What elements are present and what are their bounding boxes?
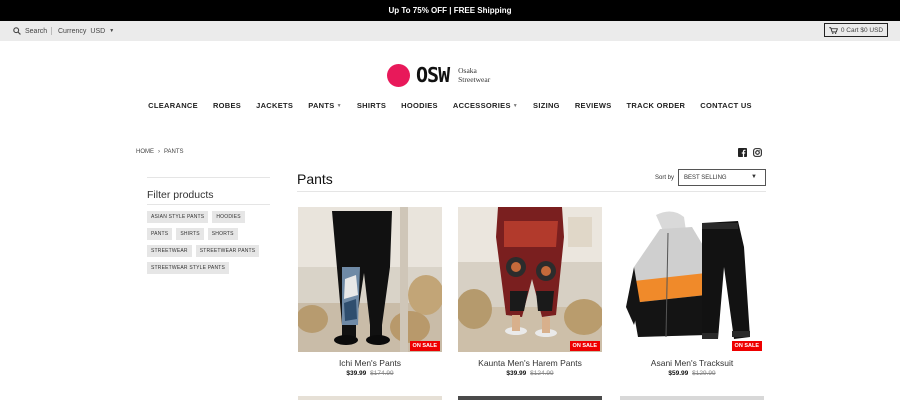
- product-card[interactable]: ON SALE Asani Men's Tracksuit $59.99 $12…: [620, 207, 764, 377]
- filter-tag[interactable]: SHIRTS: [176, 228, 204, 240]
- product-prices: $39.99 $174.99: [298, 370, 442, 377]
- filter-tag[interactable]: SHORTS: [207, 228, 238, 240]
- product-image[interactable]: ON SALE: [620, 207, 764, 352]
- instagram-icon[interactable]: [753, 148, 762, 157]
- nav-item-jackets[interactable]: JACKETS: [256, 101, 293, 113]
- nav-item-hoodies[interactable]: HOODIES: [401, 101, 438, 113]
- product-price: $39.99: [346, 370, 367, 377]
- product-name[interactable]: Asani Men's Tracksuit: [620, 358, 764, 368]
- breadcrumb-separator: ›: [158, 149, 160, 155]
- product-compare-price: $129.99: [692, 370, 716, 377]
- product-image[interactable]: ON SALE: [298, 207, 442, 352]
- filter-divider-top: [147, 177, 270, 178]
- breadcrumb-current: PANTS: [164, 149, 184, 155]
- nav-item-sizing[interactable]: SIZING: [533, 101, 560, 113]
- sale-badge: ON SALE: [569, 341, 600, 351]
- utility-bar: Search Currency USD ▼ 0 Cart $0 USD: [0, 21, 900, 41]
- nav-item-reviews[interactable]: REVIEWS: [575, 101, 612, 113]
- sale-badge: ON SALE: [409, 341, 440, 351]
- nav-item-shirts[interactable]: SHIRTS: [357, 101, 386, 113]
- search-label: Search: [25, 27, 48, 35]
- logo-mark: OSW: [416, 63, 450, 87]
- nav-item-track-order[interactable]: TRACK ORDER: [627, 101, 686, 113]
- product-card[interactable]: ON SALE Ichi Men's Pants $39.99 $174.99: [298, 207, 442, 377]
- filter-tag[interactable]: HOODIES: [212, 211, 245, 223]
- cart-icon: [829, 26, 838, 34]
- currency-value: USD: [90, 27, 106, 35]
- logo-text: Osaka Streetwear: [458, 66, 490, 84]
- breadcrumb-home[interactable]: HOME: [136, 149, 154, 155]
- product-photo-asani: [620, 207, 764, 352]
- nav-item-contact-us[interactable]: CONTACT US: [700, 101, 752, 113]
- announcement-bar: Up To 75% OFF | FREE Shipping: [0, 0, 900, 21]
- filter-tag[interactable]: ASIAN STYLE PANTS: [147, 211, 209, 223]
- logo-name-line1: Osaka: [458, 66, 477, 75]
- filter-tag[interactable]: STREETWEAR PANTS: [195, 245, 260, 257]
- nav-item-pants: PANTS: [308, 101, 335, 110]
- filter-tag[interactable]: STREETWEAR: [147, 245, 192, 257]
- product-image-next-row[interactable]: [298, 396, 442, 400]
- facebook-icon[interactable]: [738, 148, 747, 157]
- collection-title: Pants: [297, 171, 333, 187]
- cart-button[interactable]: 0 Cart $0 USD: [824, 23, 888, 37]
- cart-label: 0 Cart $0 USD: [840, 26, 884, 34]
- search-link[interactable]: Search: [13, 21, 47, 41]
- product-price: $59.99: [668, 370, 689, 377]
- announcement-text: Up To 75% OFF | FREE Shipping: [388, 6, 512, 15]
- chevron-down-icon: ▼: [512, 103, 519, 110]
- logo-circle: [387, 63, 410, 87]
- product-prices: $39.99 $124.99: [458, 370, 602, 377]
- title-divider: [297, 191, 766, 192]
- main-nav: CLEARANCE ROBES JACKETS PANTS ▼ SHIRTS HO…: [0, 101, 900, 113]
- product-price: $39.99: [506, 370, 527, 377]
- sale-badge: ON SALE: [731, 341, 762, 351]
- product-compare-price: $174.99: [370, 370, 394, 377]
- utility-divider: [51, 27, 52, 35]
- logo-name-line2: Streetwear: [458, 75, 491, 84]
- store-logo[interactable]: OSW Osaka Streetwear: [387, 63, 490, 87]
- nav-item-pants-wrap[interactable]: PANTS ▼: [308, 101, 342, 113]
- filter-tag[interactable]: PANTS: [147, 228, 173, 240]
- product-card[interactable]: ON SALE Kaunta Men's Harem Pants $39.99 …: [458, 207, 602, 377]
- sort-select[interactable]: BEST SELLING ▼: [678, 169, 766, 186]
- filter-divider-bottom: [147, 204, 270, 205]
- product-compare-price: $124.99: [530, 370, 554, 377]
- product-name[interactable]: Kaunta Men's Harem Pants: [458, 358, 602, 368]
- sort-label: Sort by: [655, 175, 675, 181]
- filter-tags: ASIAN STYLE PANTS HOODIES PANTS SHIRTS S…: [147, 211, 270, 274]
- sort-value: BEST SELLING: [684, 174, 727, 181]
- nav-item-accessories-wrap[interactable]: ACCESSORIES ▼: [453, 101, 518, 113]
- product-image-next-row[interactable]: [620, 396, 764, 400]
- social-links: [738, 148, 762, 157]
- product-name[interactable]: Ichi Men's Pants: [298, 358, 442, 368]
- chevron-down-icon: ▼: [336, 103, 342, 110]
- nav-item-accessories: ACCESSORIES: [452, 101, 511, 110]
- chevron-down-icon: ▼: [109, 28, 115, 34]
- filter-tag[interactable]: STREETWEAR STYLE PANTS: [147, 262, 230, 274]
- nav-item-clearance[interactable]: CLEARANCE: [148, 101, 198, 113]
- product-prices: $59.99 $129.99: [620, 370, 764, 377]
- currency-label: Currency: [58, 27, 87, 35]
- product-photo-ichi: [298, 207, 442, 352]
- search-icon: [13, 27, 21, 35]
- product-photo-kaunta: [458, 207, 602, 352]
- chevron-down-icon: ▼: [751, 174, 757, 180]
- nav-item-robes[interactable]: ROBES: [213, 101, 241, 113]
- product-image-next-row[interactable]: [458, 396, 602, 400]
- product-image[interactable]: ON SALE: [458, 207, 602, 352]
- breadcrumb: HOME › PANTS: [136, 149, 184, 155]
- currency-selector[interactable]: Currency USD ▼: [58, 21, 114, 41]
- filter-title: Filter products: [147, 189, 214, 201]
